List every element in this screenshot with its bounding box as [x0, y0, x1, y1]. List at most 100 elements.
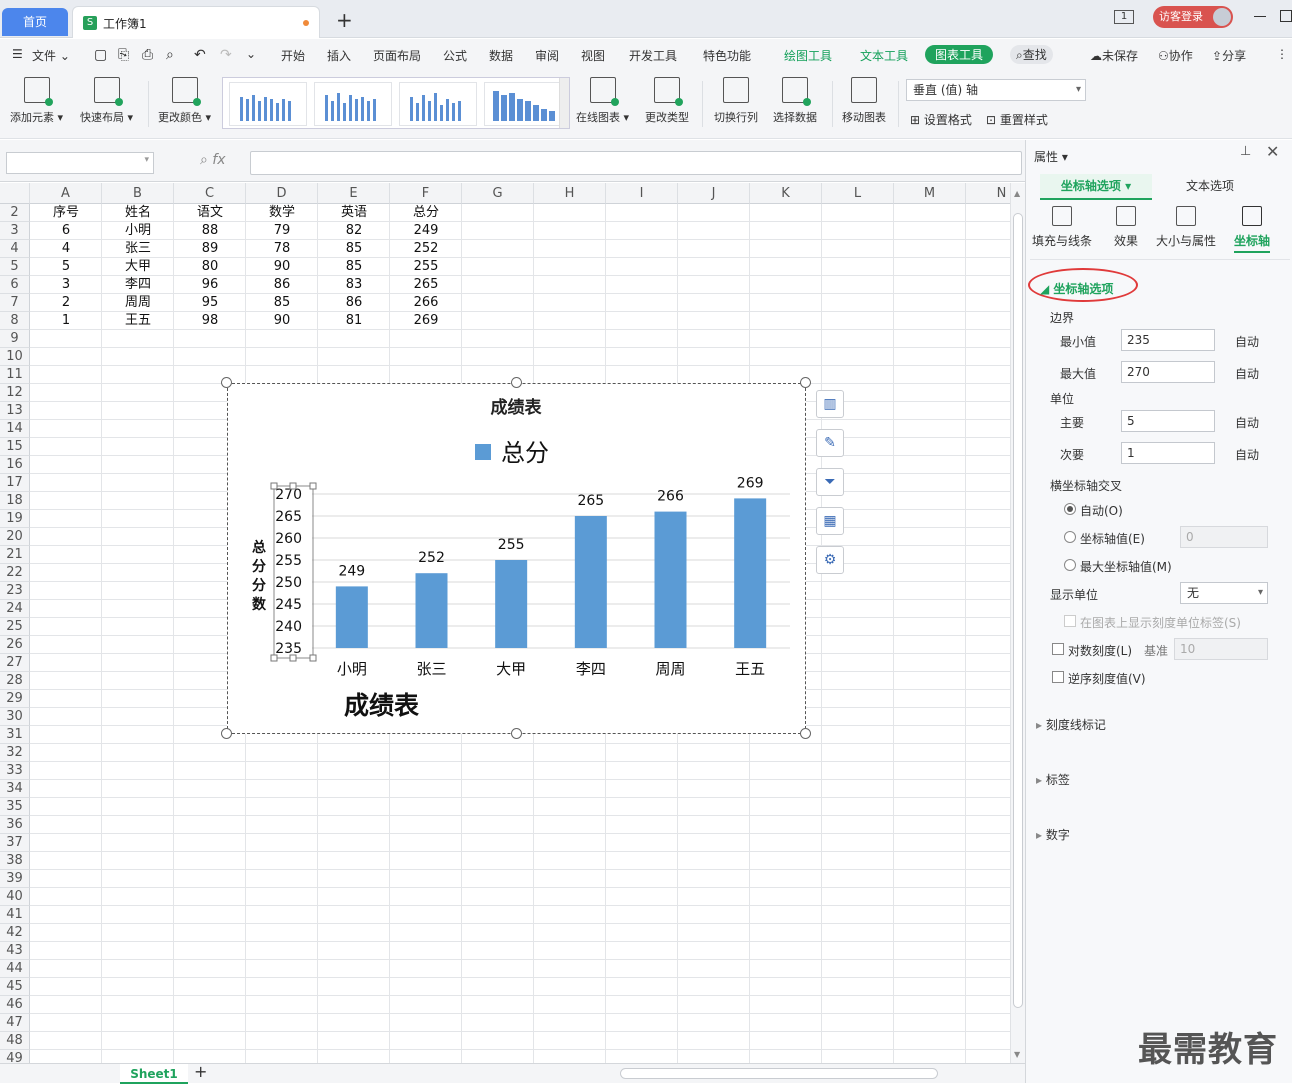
column-header[interactable]: C — [174, 183, 246, 204]
row-header[interactable]: 18 — [0, 492, 30, 510]
chart-online-icon[interactable]: ▦ — [816, 507, 844, 535]
header-cell[interactable]: 语文 — [174, 204, 246, 222]
tab-axis-options[interactable]: 坐标轴选项 ▾ — [1040, 174, 1152, 200]
row-header[interactable]: 20 — [0, 528, 30, 546]
log-scale-checkbox[interactable] — [1052, 643, 1064, 655]
switch-row-col-button[interactable]: 切换行列 — [714, 77, 758, 125]
header-cell[interactable]: 总分 — [390, 204, 462, 222]
column-header[interactable]: M — [894, 183, 966, 204]
data-cell[interactable]: 周周 — [102, 294, 174, 312]
show-unit-label-checkbox[interactable] — [1064, 615, 1076, 627]
new-tab-plus-icon[interactable]: + — [336, 8, 353, 32]
subtab-size-properties[interactable]: 大小与属性 — [1156, 206, 1216, 249]
data-cell[interactable]: 95 — [174, 294, 246, 312]
subtab-fill-line[interactable]: 填充与线条 — [1032, 206, 1092, 249]
major-auto-button[interactable]: 自动 — [1235, 414, 1259, 431]
collaborate-button[interactable]: ⚇协作 — [1158, 47, 1193, 64]
menu-icon[interactable]: ☰ — [12, 47, 23, 61]
minor-input[interactable]: 1 — [1121, 442, 1215, 464]
data-cell[interactable]: 6 — [30, 222, 102, 240]
data-cell[interactable]: 86 — [246, 276, 318, 294]
change-type-button[interactable]: 更改类型 — [645, 77, 689, 125]
row-header[interactable]: 29 — [0, 690, 30, 708]
change-color-button[interactable]: 更改颜色 ▾ — [158, 77, 211, 125]
reverse-checkbox[interactable] — [1052, 671, 1064, 683]
data-cell[interactable]: 88 — [174, 222, 246, 240]
row-header[interactable]: 17 — [0, 474, 30, 492]
section-labels[interactable]: 标签 — [1036, 771, 1070, 788]
data-cell[interactable]: 90 — [246, 312, 318, 330]
chart-filter-icon[interactable]: ⏷ — [816, 468, 844, 496]
data-cell[interactable]: 265 — [390, 276, 462, 294]
column-header[interactable]: B — [102, 183, 174, 204]
menu-formula[interactable]: 公式 — [443, 47, 467, 64]
cross-auto-radio[interactable] — [1064, 503, 1076, 515]
tab-text-options[interactable]: 文本选项 — [1160, 174, 1260, 200]
column-header[interactable]: E — [318, 183, 390, 204]
tab-home[interactable]: 首页 — [2, 8, 68, 36]
data-cell[interactable]: 255 — [390, 258, 462, 276]
row-header[interactable]: 11 — [0, 366, 30, 384]
row-header[interactable]: 9 — [0, 330, 30, 348]
menu-search[interactable]: ⌕查找 — [1010, 45, 1053, 64]
maximize-icon[interactable] — [1280, 10, 1292, 22]
min-input[interactable]: 235 — [1121, 329, 1215, 351]
reset-style-button[interactable]: ⊡ 重置样式 — [986, 111, 1048, 128]
chart-style-1[interactable] — [229, 82, 307, 126]
menu-start[interactable]: 开始 — [281, 47, 305, 64]
print-icon[interactable]: ⎙ — [142, 47, 153, 63]
scroll-down-icon[interactable]: ▼ — [1014, 1050, 1020, 1059]
row-header[interactable]: 13 — [0, 402, 30, 420]
scroll-thumb[interactable] — [1013, 213, 1023, 1008]
chart-settings-gear-icon[interactable]: ⚙ — [816, 546, 844, 574]
quick-layout-button[interactable]: 快速布局 ▾ — [80, 77, 133, 125]
base-input[interactable]: 10 — [1174, 638, 1268, 660]
data-cell[interactable]: 96 — [174, 276, 246, 294]
fx-icon[interactable]: fx — [212, 152, 225, 168]
chart-resize-handle[interactable] — [800, 728, 811, 739]
column-header[interactable]: D — [246, 183, 318, 204]
data-cell[interactable]: 269 — [390, 312, 462, 330]
row-header[interactable]: 3 — [0, 222, 30, 240]
tab-workbook[interactable]: S 工作簿1 — [72, 6, 320, 38]
data-cell[interactable]: 78 — [246, 240, 318, 258]
menu-review[interactable]: 审阅 — [535, 47, 559, 64]
unsaved-button[interactable]: ☁未保存 — [1090, 47, 1138, 64]
chart-elements-icon[interactable]: ▥ — [816, 390, 844, 418]
row-header[interactable]: 23 — [0, 582, 30, 600]
set-format-button[interactable]: ⊞ 设置格式 — [910, 111, 972, 128]
row-header[interactable]: 2 — [0, 204, 30, 222]
row-header[interactable]: 8 — [0, 312, 30, 330]
row-header[interactable]: 25 — [0, 618, 30, 636]
row-header[interactable]: 40 — [0, 888, 30, 906]
add-sheet-plus-icon[interactable]: + — [194, 1062, 207, 1081]
data-cell[interactable]: 266 — [390, 294, 462, 312]
row-header[interactable]: 35 — [0, 798, 30, 816]
save-icon[interactable]: ▢ — [94, 47, 107, 63]
pin-icon[interactable]: ⊥ — [1240, 144, 1251, 159]
major-input[interactable]: 5 — [1121, 410, 1215, 432]
menu-drawing-tools[interactable]: 绘图工具 — [784, 47, 832, 64]
row-header[interactable]: 15 — [0, 438, 30, 456]
data-cell[interactable]: 85 — [246, 294, 318, 312]
row-header[interactable]: 46 — [0, 996, 30, 1014]
chart-resize-handle[interactable] — [221, 728, 232, 739]
row-header[interactable]: 31 — [0, 726, 30, 744]
data-cell[interactable]: 82 — [318, 222, 390, 240]
cross-value-radio[interactable] — [1064, 531, 1076, 543]
vertical-scrollbar[interactable]: ▲ ▼ — [1010, 183, 1025, 1063]
formula-input[interactable] — [250, 151, 1022, 175]
data-cell[interactable]: 85 — [318, 258, 390, 276]
minor-auto-button[interactable]: 自动 — [1235, 446, 1259, 463]
data-cell[interactable]: 89 — [174, 240, 246, 258]
row-header[interactable]: 16 — [0, 456, 30, 474]
header-cell[interactable]: 数学 — [246, 204, 318, 222]
row-header[interactable]: 34 — [0, 780, 30, 798]
row-header[interactable]: 28 — [0, 672, 30, 690]
menu-page-layout[interactable]: 页面布局 — [373, 47, 421, 64]
menu-view[interactable]: 视图 — [581, 47, 605, 64]
subtab-axis[interactable]: 坐标轴 — [1234, 206, 1271, 253]
data-cell[interactable]: 83 — [318, 276, 390, 294]
row-header[interactable]: 30 — [0, 708, 30, 726]
section-axis-options[interactable]: ◢ 坐标轴选项 — [1040, 280, 1113, 297]
